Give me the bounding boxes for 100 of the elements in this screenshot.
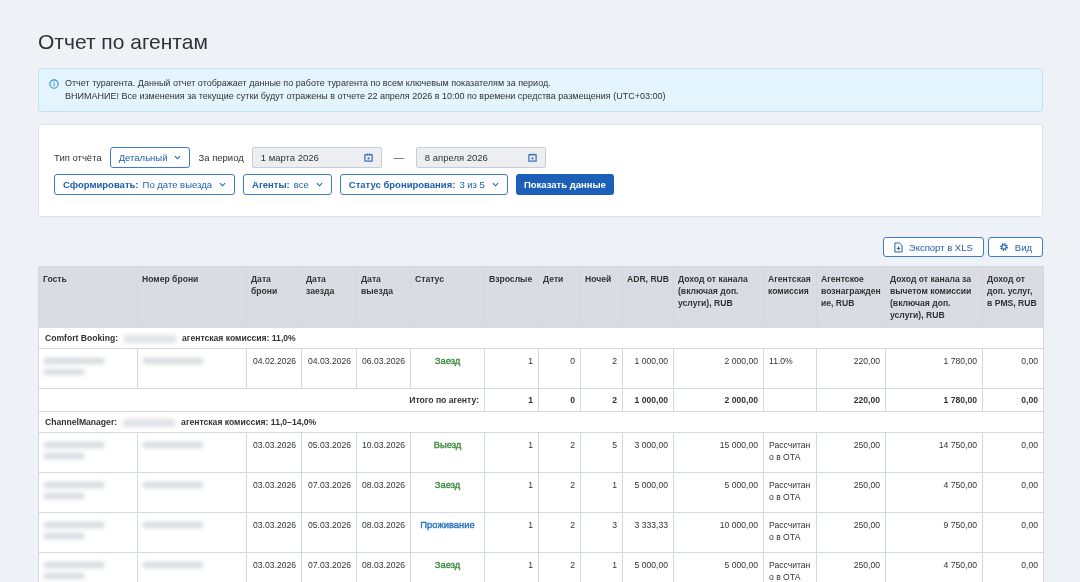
date-to-field[interactable]: 8 апреля 2026 [415, 147, 546, 168]
table-cell: Рассчитано в ОТА [769, 560, 811, 582]
blurred-text [143, 480, 203, 488]
table-cell: 1 [528, 480, 533, 490]
blurred-text [143, 356, 203, 364]
table-cell: Рассчитано в ОТА [769, 520, 811, 542]
table-cell: 3 [612, 520, 617, 530]
table-cell: 2 000,00 [724, 395, 758, 405]
table-cell: 250,00 [853, 560, 880, 570]
table-cell: 5 000,00 [724, 480, 758, 490]
toolbar-button[interactable]: Вид [987, 237, 1043, 257]
column-header: ADR, RUB [622, 266, 674, 328]
caret-icon [174, 155, 182, 160]
range-separator: — [393, 152, 404, 163]
caret-icon [219, 182, 226, 187]
table-cell: 0,00 [1021, 395, 1038, 405]
column-header: Дата выезда [356, 266, 411, 328]
settings-icon [998, 242, 1009, 252]
table-cell: 0 [570, 356, 575, 366]
table-cell: 1 780,00 [943, 395, 977, 405]
table-cell: Рассчитано в ОТА [769, 480, 811, 502]
blurred-text [124, 334, 177, 343]
table-cell: 05.03.2026 [308, 440, 351, 450]
table-cell: 2 [570, 520, 575, 530]
table-cell: 04.03.2026 [308, 356, 351, 366]
table-cell: Рассчитано в ОТА [769, 440, 811, 462]
report-type-dropdown[interactable]: Детальный [109, 147, 191, 168]
table-cell: 4 750,00 [943, 560, 977, 570]
table-cell: 2 [612, 395, 617, 405]
total-label: Итого по агенту: [409, 395, 479, 405]
agent-name: Comfort Booking: [45, 333, 119, 343]
column-header: Статус [410, 266, 485, 328]
agent-commission: агентская комиссия: 11,0% [182, 333, 296, 343]
report-type-label: Тип отчёта [54, 152, 102, 163]
column-header: Доход от канала за вычетом комиссии (включая доп. услуги), RUB [885, 266, 983, 328]
table-cell: 03.03.2026 [253, 520, 296, 530]
table-cell: 1 000,00 [634, 356, 668, 366]
status-label: Выезд [433, 439, 462, 450]
table-cell: 1 [612, 560, 617, 570]
period-label: За период [198, 152, 244, 163]
table-cell: 14 750,00 [938, 440, 977, 450]
table-cell: 1 [528, 440, 533, 450]
filter-dropdown[interactable]: Агенты: все [243, 174, 332, 195]
table-cell: 07.03.2026 [308, 480, 351, 490]
table-cell: 2 000,00 [724, 356, 758, 366]
column-header: Гость [38, 266, 138, 328]
info-text: Отчет турагента. Данный отчет отображает данные по работе турагента по всем ключевым показателям за период. [65, 77, 552, 90]
agent-commission: агентская комиссия: 11,0–14,0% [181, 417, 317, 427]
agent-name: ChannelManager: [45, 417, 118, 427]
table-cell: 250,00 [853, 440, 880, 450]
table-cell: 1 [528, 560, 533, 570]
table-cell: 15 000,00 [719, 440, 758, 450]
blurred-text [143, 440, 203, 448]
column-header: Номер брони [137, 266, 247, 328]
table-cell: 1 [528, 395, 533, 405]
calendar-icon [363, 153, 373, 162]
column-header: Ночей [580, 266, 623, 328]
blurred-text [44, 480, 104, 499]
date-from-field[interactable]: 1 марта 2026 [251, 147, 382, 168]
table-cell: 03.03.2026 [253, 440, 296, 450]
caret-icon [491, 182, 499, 187]
table-cell: 0,00 [1021, 480, 1038, 490]
filter-dropdown[interactable]: Сформировать: По дате выезда [54, 174, 235, 195]
table-cell: 03.03.2026 [253, 560, 296, 570]
column-header: Доход от канала (включая доп. услуги), RUB [673, 266, 764, 328]
toolbar-button[interactable]: Экспорт в XLS [882, 237, 984, 257]
table-cell: 03.03.2026 [253, 480, 296, 490]
table-cell: 1 [528, 356, 533, 366]
table-cell: 0,00 [1021, 560, 1038, 570]
column-header: Дата брони [246, 266, 302, 328]
filter-dropdown[interactable]: Статус бронирования: 3 из 5 [339, 174, 508, 195]
status-label: Проживание [420, 519, 475, 530]
table-cell: 05.03.2026 [308, 520, 351, 530]
table-cell: 04.02.2026 [253, 356, 296, 366]
blurred-text [44, 520, 104, 539]
table-cell: 2 [612, 356, 617, 366]
table-cell: 220,00 [853, 356, 880, 366]
show-data-button[interactable]: Показать данные [515, 174, 614, 195]
table-cell: 0,00 [1021, 440, 1038, 450]
table-cell: 0,00 [1021, 520, 1038, 530]
blurred-text [44, 356, 104, 375]
page-title: Отчет по агентам [38, 30, 209, 54]
table-cell: 3 333,33 [634, 520, 668, 530]
table-cell: 4 750,00 [943, 480, 977, 490]
table-cell: 3 000,00 [634, 440, 668, 450]
table-cell: 5 [612, 440, 617, 450]
table-cell: 2 [570, 480, 575, 490]
table-cell: 1 [528, 520, 533, 530]
blurred-text [44, 560, 104, 579]
table-cell: 0 [570, 395, 575, 405]
table-cell: 10 000,00 [719, 520, 758, 530]
blurred-text [143, 560, 203, 568]
calendar-icon [527, 153, 537, 162]
table-cell: 08.03.2026 [362, 560, 405, 570]
table-cell: 9 750,00 [943, 520, 977, 530]
blurred-text [44, 440, 104, 459]
column-header: Доход от доп. услуг, в PMS, RUB [982, 266, 1044, 328]
caret-icon [315, 182, 323, 187]
table-cell: 2 [570, 440, 575, 450]
table-cell: 250,00 [853, 520, 880, 530]
